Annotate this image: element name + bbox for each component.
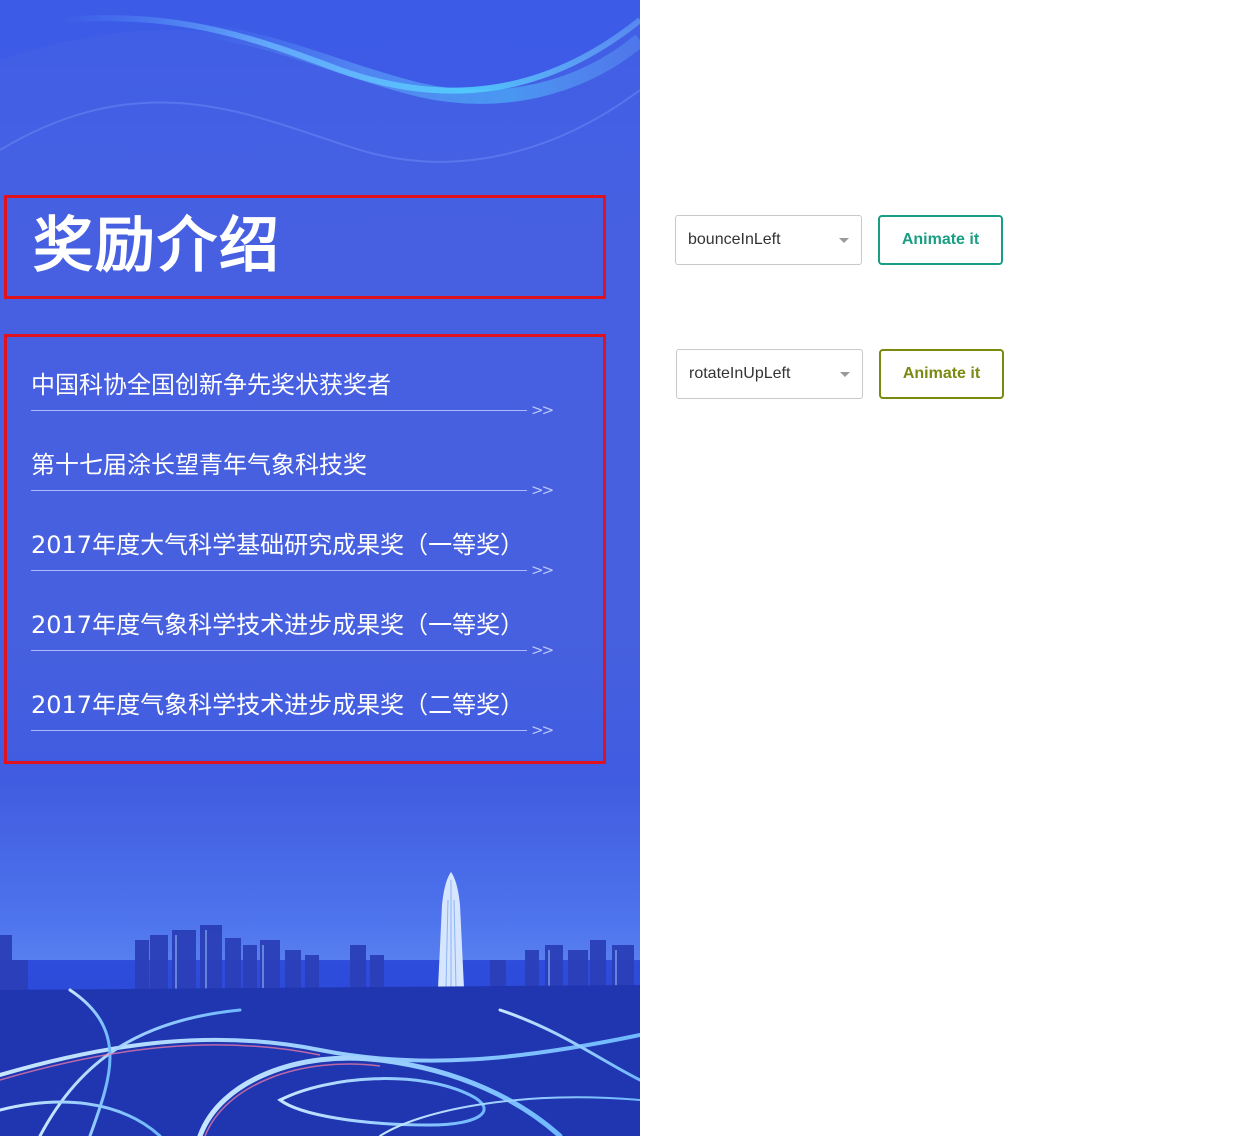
award-list-highlight-box: 中国科协全国创新争先奖状获奖者 >> 第十七届涂长望青年气象科技奖 >> 201…	[4, 334, 606, 764]
award-label: 2017年度大气科学基础研究成果奖（一等奖）	[31, 531, 525, 559]
award-list-item[interactable]: 2017年度大气科学基础研究成果奖（一等奖） >>	[31, 507, 571, 587]
title-highlight-box: 奖励介绍	[4, 195, 606, 299]
animation-select-2[interactable]: rotateInUpLeft	[676, 349, 863, 399]
award-poster-panel: 奖励介绍 中国科协全国创新争先奖状获奖者 >> 第十七届涂长望青年气象科技奖 >…	[0, 0, 640, 1136]
caret-down-icon	[839, 238, 849, 243]
divider-line	[31, 650, 527, 651]
award-label: 2017年度气象科学技术进步成果奖（一等奖）	[31, 611, 525, 639]
award-label: 2017年度气象科学技术进步成果奖（二等奖）	[31, 691, 525, 719]
award-list-item[interactable]: 第十七届涂长望青年气象科技奖 >>	[31, 427, 571, 507]
divider-line	[31, 490, 527, 491]
divider-line	[31, 410, 527, 411]
award-list-item[interactable]: 中国科协全国创新争先奖状获奖者 >>	[31, 347, 571, 427]
select-value: bounceInLeft	[688, 231, 781, 248]
animate-it-button[interactable]: Animate it	[879, 349, 1004, 399]
double-chevron-right-icon: >>	[531, 641, 554, 659]
double-chevron-right-icon: >>	[531, 481, 554, 499]
award-label: 中国科协全国创新争先奖状获奖者	[31, 371, 391, 399]
double-chevron-right-icon: >>	[531, 401, 554, 419]
award-list-item[interactable]: 2017年度气象科学技术进步成果奖（一等奖） >>	[31, 587, 571, 667]
animation-select-1[interactable]: bounceInLeft	[675, 215, 862, 265]
divider-line	[31, 570, 527, 571]
double-chevron-right-icon: >>	[531, 721, 554, 739]
award-list-item[interactable]: 2017年度气象科学技术进步成果奖（二等奖） >>	[31, 667, 571, 747]
page-title: 奖励介绍	[33, 211, 281, 281]
double-chevron-right-icon: >>	[531, 561, 554, 579]
divider-line	[31, 730, 527, 731]
animate-it-button[interactable]: Animate it	[878, 215, 1003, 265]
award-label: 第十七届涂长望青年气象科技奖	[31, 451, 367, 479]
select-value: rotateInUpLeft	[689, 365, 791, 382]
caret-down-icon	[840, 372, 850, 377]
